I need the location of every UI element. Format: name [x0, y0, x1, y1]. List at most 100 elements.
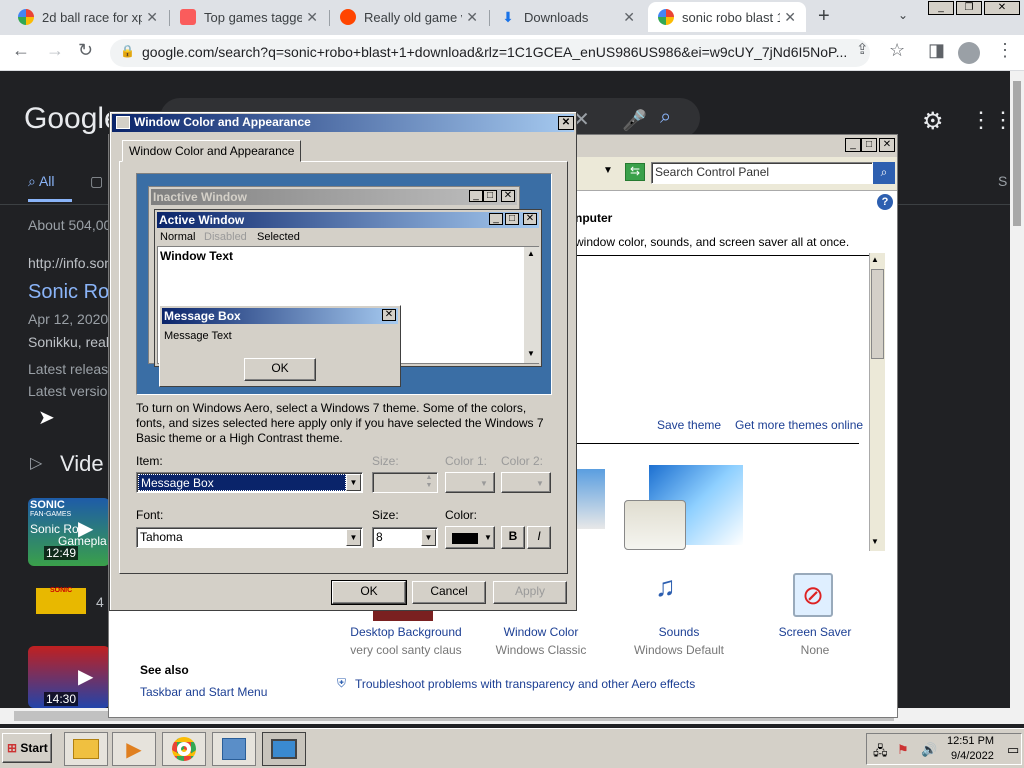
- media-player-taskbar-icon[interactable]: ▶: [112, 732, 156, 766]
- theme-thumbnail[interactable]: [575, 469, 605, 529]
- cancel-button[interactable]: Cancel: [412, 581, 486, 604]
- close-tab-icon[interactable]: ✕: [784, 9, 796, 26]
- spinner-arrows-icon[interactable]: ▲ ▼: [422, 474, 436, 491]
- color1-picker[interactable]: ▼: [445, 472, 495, 493]
- mouse-cursor-icon: ➤: [38, 407, 55, 429]
- close-tab-icon[interactable]: ✕: [306, 9, 318, 26]
- close-tab-icon[interactable]: ✕: [623, 9, 635, 26]
- close-icon[interactable]: ✕: [879, 138, 895, 152]
- video-thumbnail[interactable]: SONIC FAN-GAMES Sonic Ro Gamepla ▶ 12:49: [28, 498, 110, 566]
- chevron-down-icon[interactable]: ▼: [421, 529, 436, 546]
- tab-search-icon[interactable]: ⌄: [898, 8, 908, 22]
- italic-button[interactable]: I: [527, 526, 551, 549]
- start-button[interactable]: ⊞ Start: [2, 733, 52, 763]
- microphone-icon[interactable]: 🎤: [622, 108, 647, 133]
- google-icon: [18, 9, 34, 25]
- tab-all[interactable]: ⌕ All: [28, 173, 55, 190]
- control-panel-taskbar-icon[interactable]: [212, 732, 256, 766]
- forward-arrow-icon[interactable]: →: [46, 40, 64, 61]
- maximize-icon[interactable]: □: [861, 138, 877, 152]
- tab-top-games[interactable]: Top games tagged ✕: [170, 2, 328, 32]
- tab-really-old-game[interactable]: Really old game v ✕: [330, 2, 488, 32]
- font-dropdown[interactable]: Tahoma ▼: [136, 527, 363, 548]
- bold-button[interactable]: B: [501, 526, 525, 549]
- bookmark-star-icon[interactable]: ☆: [889, 40, 905, 61]
- chevron-down-icon[interactable]: ▼: [346, 529, 361, 546]
- reddit-icon: [340, 9, 356, 25]
- videos-tab-icon[interactable]: ▢: [90, 173, 103, 190]
- apps-grid-icon[interactable]: ⋮⋮: [970, 107, 1014, 133]
- font-size-dropdown[interactable]: 8 ▼: [372, 527, 438, 548]
- action-center-icon[interactable]: ⚑: [897, 742, 909, 758]
- tab-window-color[interactable]: Window Color and Appearance: [122, 140, 302, 162]
- profile-avatar-icon[interactable]: [958, 42, 980, 64]
- explorer-taskbar-icon[interactable]: [64, 732, 108, 766]
- save-theme-link[interactable]: Save theme: [657, 418, 721, 432]
- video-thumbnail[interactable]: SONIC: [34, 586, 88, 616]
- screen-saver-link[interactable]: Screen Saver: [755, 625, 875, 639]
- settings-gear-icon[interactable]: ⚙: [922, 107, 944, 136]
- dropdown-arrow-icon[interactable]: ▼: [603, 165, 613, 176]
- reload-icon[interactable]: ↻: [78, 40, 93, 61]
- apply-button[interactable]: Apply: [493, 581, 567, 604]
- kebab-menu-icon[interactable]: ⋮: [996, 40, 1014, 61]
- scroll-up-icon[interactable]: ▲: [871, 255, 879, 264]
- tab-strip: 2d ball race for xp ✕ Top games tagged ✕ R…: [0, 0, 1024, 35]
- font-color-picker[interactable]: ▼: [445, 526, 495, 549]
- vertical-scrollbar[interactable]: [1010, 71, 1024, 708]
- clock-date[interactable]: 9/4/2022: [951, 750, 994, 762]
- close-icon[interactable]: ✕: [558, 116, 574, 130]
- chevron-down-icon[interactable]: ▼: [346, 474, 361, 491]
- close-tab-icon[interactable]: ✕: [466, 9, 478, 26]
- get-more-themes-link[interactable]: Get more themes online: [735, 418, 863, 432]
- chrome-taskbar-icon[interactable]: [162, 732, 206, 766]
- minimize-icon[interactable]: _: [928, 1, 954, 15]
- help-icon[interactable]: ?: [877, 194, 893, 210]
- videos-heading: Vide: [60, 451, 104, 476]
- google-logo[interactable]: Google: [24, 102, 121, 136]
- tab-sonic-robo-blast[interactable]: sonic robo blast 1 ✕: [648, 2, 806, 32]
- search-control-panel-input[interactable]: Search Control Panel: [651, 162, 873, 184]
- search-icon[interactable]: ⌕: [660, 106, 671, 129]
- taskbar-start-menu-link[interactable]: Taskbar and Start Menu: [140, 685, 267, 699]
- side-panel-icon[interactable]: ◨: [928, 40, 945, 61]
- tab-downloads[interactable]: ⬇ Downloads ✕: [490, 2, 645, 32]
- result-url[interactable]: http://info.son: [28, 255, 112, 271]
- url-text: google.com/search?q=sonic+robo+blast+1+d…: [142, 44, 848, 60]
- show-desktop-icon[interactable]: ▭: [1007, 742, 1019, 758]
- network-icon[interactable]: 🖧: [873, 742, 888, 764]
- screen-saver-icon[interactable]: ⊘: [793, 573, 833, 617]
- color2-picker[interactable]: ▼: [501, 472, 551, 493]
- theme-thumbnail-selected[interactable]: [624, 500, 686, 550]
- share-icon[interactable]: ⇪: [856, 40, 869, 58]
- result-title[interactable]: Sonic Ro: [28, 281, 109, 304]
- result-sitelink[interactable]: Latest releas: [28, 361, 108, 377]
- size-spinner[interactable]: ▲ ▼: [372, 472, 438, 493]
- close-icon[interactable]: ✕: [984, 1, 1020, 15]
- address-bar[interactable]: 🔒 google.com/search?q=sonic+robo+blast+1…: [110, 39, 870, 67]
- font-label: Font:: [136, 508, 164, 522]
- sounds-link[interactable]: Sounds: [619, 625, 739, 639]
- ok-button[interactable]: OK: [331, 580, 407, 605]
- search-icon[interactable]: ⌕: [873, 162, 895, 184]
- clock-time[interactable]: 12:51 PM: [947, 735, 994, 747]
- scroll-down-icon[interactable]: ▼: [871, 537, 879, 546]
- sounds-icon[interactable]: ♫: [655, 571, 676, 603]
- video-thumbnail[interactable]: ▶ 14:30: [28, 646, 110, 708]
- display-settings-taskbar-icon[interactable]: [262, 732, 306, 766]
- window-color-link[interactable]: Window Color: [481, 625, 601, 639]
- see-also-heading: See also: [140, 663, 189, 677]
- refresh-icon[interactable]: ⇆: [625, 163, 645, 181]
- troubleshoot-link[interactable]: Troubleshoot problems with transparency …: [355, 677, 695, 691]
- item-dropdown[interactable]: Message Box ▼: [136, 472, 363, 493]
- back-arrow-icon[interactable]: ←: [12, 40, 30, 61]
- close-tab-icon[interactable]: ✕: [146, 9, 158, 26]
- volume-icon[interactable]: 🔊: [921, 742, 937, 758]
- tab-2d-ball-race[interactable]: 2d ball race for xp ✕: [8, 2, 168, 32]
- new-tab-button[interactable]: +: [818, 5, 830, 28]
- desktop-background-link[interactable]: Desktop Background: [341, 625, 471, 639]
- theme-list-scrollbar[interactable]: ▲ ▼: [869, 253, 885, 551]
- minimize-icon[interactable]: _: [845, 138, 861, 152]
- result-sitelink[interactable]: Latest versio: [28, 383, 107, 399]
- restore-icon[interactable]: ❐: [956, 1, 982, 15]
